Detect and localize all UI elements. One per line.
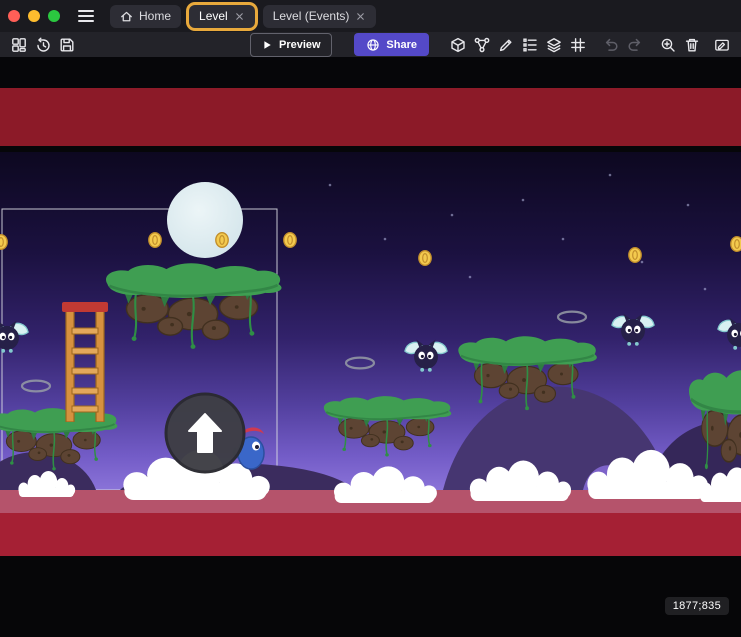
- trash-icon: [684, 37, 700, 53]
- touch-control-layer: [166, 394, 244, 472]
- coin-sprite[interactable]: [149, 233, 161, 248]
- globe-icon: [366, 38, 380, 52]
- instances-icon: [474, 37, 490, 53]
- star: [329, 184, 332, 187]
- grid-icon: [570, 37, 586, 53]
- instances-button[interactable]: [471, 34, 493, 56]
- objects-list-icon: [522, 37, 538, 53]
- layers-button[interactable]: [543, 34, 565, 56]
- tab-home-label: Home: [139, 9, 171, 23]
- rename-icon: [714, 37, 730, 53]
- tab-level-events[interactable]: Level (Events): [263, 5, 377, 28]
- layout-button[interactable]: [8, 34, 30, 56]
- coin-sprite[interactable]: [419, 251, 431, 266]
- tab-bar: Home Level Level (Events): [110, 0, 376, 32]
- undo-button[interactable]: [600, 34, 622, 56]
- coin-sprite[interactable]: [629, 248, 641, 263]
- layout-icon: [11, 37, 27, 53]
- star: [704, 288, 707, 291]
- redo-button[interactable]: [624, 34, 646, 56]
- star: [522, 199, 525, 202]
- tab-home[interactable]: Home: [110, 5, 181, 28]
- cube-icon: [450, 37, 466, 53]
- close-tab-icon[interactable]: [234, 11, 245, 22]
- coin-sprite[interactable]: [216, 233, 228, 248]
- zoom-in-button[interactable]: [657, 34, 679, 56]
- star: [562, 238, 565, 241]
- ground-red-strip[interactable]: [0, 513, 741, 556]
- tab-level-label: Level: [199, 9, 228, 23]
- trash-button[interactable]: [681, 34, 703, 56]
- window-minimize-button[interactable]: [28, 10, 40, 22]
- coin-sprite[interactable]: [731, 237, 741, 252]
- layers-icon: [546, 37, 562, 53]
- star: [641, 261, 644, 264]
- history-icon: [35, 37, 51, 53]
- window-zoom-button[interactable]: [48, 10, 60, 22]
- menu-button[interactable]: [74, 6, 98, 26]
- toolbar-right-icons: [447, 34, 703, 56]
- rename-button[interactable]: [711, 34, 733, 56]
- share-button[interactable]: Share: [354, 33, 429, 56]
- window-controls: [8, 10, 60, 22]
- save-icon: [59, 37, 75, 53]
- coin-sprite[interactable]: [284, 233, 296, 248]
- canvas-bottom-area: 1877;835: [0, 556, 741, 637]
- moon-layer: [167, 182, 243, 258]
- grid-button[interactable]: [567, 34, 589, 56]
- moon-sprite[interactable]: [167, 182, 243, 258]
- zoom-in-icon: [660, 37, 676, 53]
- toolbar-far-icon: [711, 34, 733, 56]
- preview-label: Preview: [279, 39, 321, 51]
- star: [469, 276, 472, 279]
- tab-level[interactable]: Level: [189, 5, 255, 28]
- star: [451, 214, 454, 217]
- cursor-coordinates: 1877;835: [665, 597, 729, 615]
- toolbar-left-icons: [8, 34, 78, 56]
- coin-sprite[interactable]: [0, 235, 7, 250]
- close-tab-icon[interactable]: [355, 11, 366, 22]
- tab-level-events-label: Level (Events): [273, 9, 350, 23]
- scene-canvas[interactable]: [0, 57, 741, 556]
- top-red-platform[interactable]: [0, 88, 741, 146]
- toolbar: Preview Share: [0, 32, 741, 57]
- play-icon: [261, 39, 273, 51]
- undo-icon: [603, 37, 619, 53]
- preview-button[interactable]: Preview: [251, 34, 331, 56]
- titlebar: Home Level Level (Events): [0, 0, 741, 32]
- window-close-button[interactable]: [8, 10, 20, 22]
- pencil-button[interactable]: [495, 34, 517, 56]
- objects-list-button[interactable]: [519, 34, 541, 56]
- star: [609, 174, 612, 177]
- preview-button-group: Preview: [250, 33, 332, 57]
- star: [384, 238, 387, 241]
- home-icon: [120, 10, 133, 23]
- cube-button[interactable]: [447, 34, 469, 56]
- share-label: Share: [386, 39, 417, 51]
- save-button[interactable]: [56, 34, 78, 56]
- star: [687, 204, 690, 207]
- preview-options-button[interactable]: [331, 34, 333, 56]
- pencil-icon: [498, 37, 514, 53]
- redo-icon: [627, 37, 643, 53]
- history-button[interactable]: [32, 34, 54, 56]
- gdevelop-window: Home Level Level (Events) Preview: [0, 0, 741, 637]
